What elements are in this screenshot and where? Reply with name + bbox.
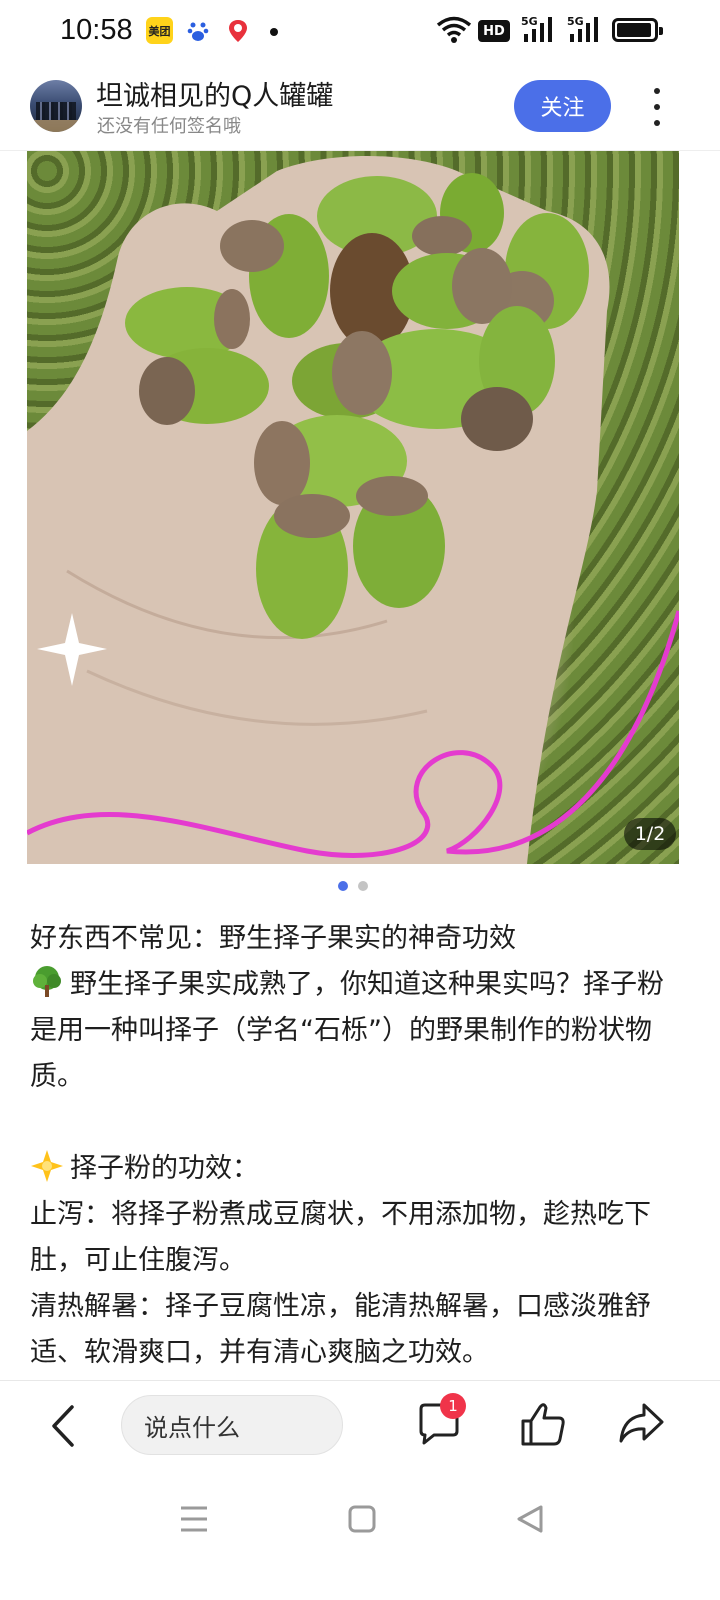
username[interactable]: 坦诚相见的Q人罐罐	[96, 74, 333, 113]
image-counter: 1/2	[624, 818, 676, 850]
share-icon[interactable]	[616, 1399, 666, 1449]
meituan-icon: 美团	[146, 17, 173, 44]
svg-text:5G: 5G	[521, 15, 538, 28]
post-intro-text: 野生择子果实成熟了，你知道这种果实吗？择子粉是用一种叫择子（学名“石栎”）的野果…	[30, 969, 664, 1092]
post-body: 好东西不常见：野生择子果实的神奇功效 野生择子果实成熟了，你知道这种果实吗？择子…	[30, 916, 690, 1376]
pager-dot[interactable]	[358, 881, 368, 891]
section-heading: 择子粉的功效：	[30, 1146, 690, 1192]
bottom-action-bar: 说点什么 1	[0, 1380, 720, 1471]
pager-dot-active[interactable]	[338, 881, 348, 891]
acorn-photo-illustration	[27, 156, 679, 864]
comment-input[interactable]: 说点什么	[121, 1395, 343, 1455]
like-thumb-icon[interactable]	[518, 1399, 568, 1449]
hd-icon: HD	[478, 20, 510, 42]
wifi-icon	[436, 16, 472, 43]
map-icon	[224, 17, 251, 44]
paragraph-spacer	[30, 1100, 690, 1146]
baidu-icon	[184, 17, 211, 44]
recent-apps-icon[interactable]	[178, 1504, 210, 1534]
avatar[interactable]	[30, 80, 82, 132]
signal-5g-icon: 5G	[521, 15, 552, 42]
system-navigation-bar	[0, 1470, 720, 1600]
section-heading-text: 择子粉的功效：	[70, 1153, 259, 1184]
status-bar: 10:58 美团 HD 5G 5G	[0, 0, 720, 62]
tree-emoji-icon	[33, 966, 61, 997]
benefit-item-diarrhea: 止泻：将择子粉煮成豆腐状，不用添加物，趁热吃下肚，可止住腹泻。	[30, 1199, 651, 1276]
battery-icon	[612, 18, 663, 42]
post-intro-paragraph: 野生择子果实成熟了，你知道这种果实吗？择子粉是用一种叫择子（学名“石栎”）的野果…	[30, 962, 690, 1100]
benefit-item-heat: 清热解暑：择子豆腐性凉，能清热解暑，口感淡雅舒适、软滑爽口，并有清心爽脑之功效。	[30, 1291, 651, 1368]
svg-text:5G: 5G	[567, 15, 584, 28]
comment-count-badge: 1	[440, 1393, 466, 1419]
post-title: 好东西不常见：野生择子果实的神奇功效	[30, 923, 516, 954]
follow-button[interactable]: 关注	[514, 80, 611, 132]
gallery-pager	[0, 881, 720, 893]
more-options-icon[interactable]	[648, 88, 666, 126]
status-time: 10:58	[60, 14, 133, 46]
signal-5g-icon-2: 5G	[567, 15, 598, 42]
star-emoji-icon	[31, 1150, 63, 1182]
system-back-icon[interactable]	[515, 1504, 545, 1534]
home-icon[interactable]	[347, 1504, 377, 1534]
post-image[interactable]	[27, 151, 679, 864]
user-signature: 还没有任何签名哦	[97, 116, 241, 137]
back-arrow-icon[interactable]	[46, 1403, 82, 1449]
notification-dot-icon	[270, 28, 278, 36]
post-header: 坦诚相见的Q人罐罐 还没有任何签名哦 关注	[0, 62, 720, 151]
